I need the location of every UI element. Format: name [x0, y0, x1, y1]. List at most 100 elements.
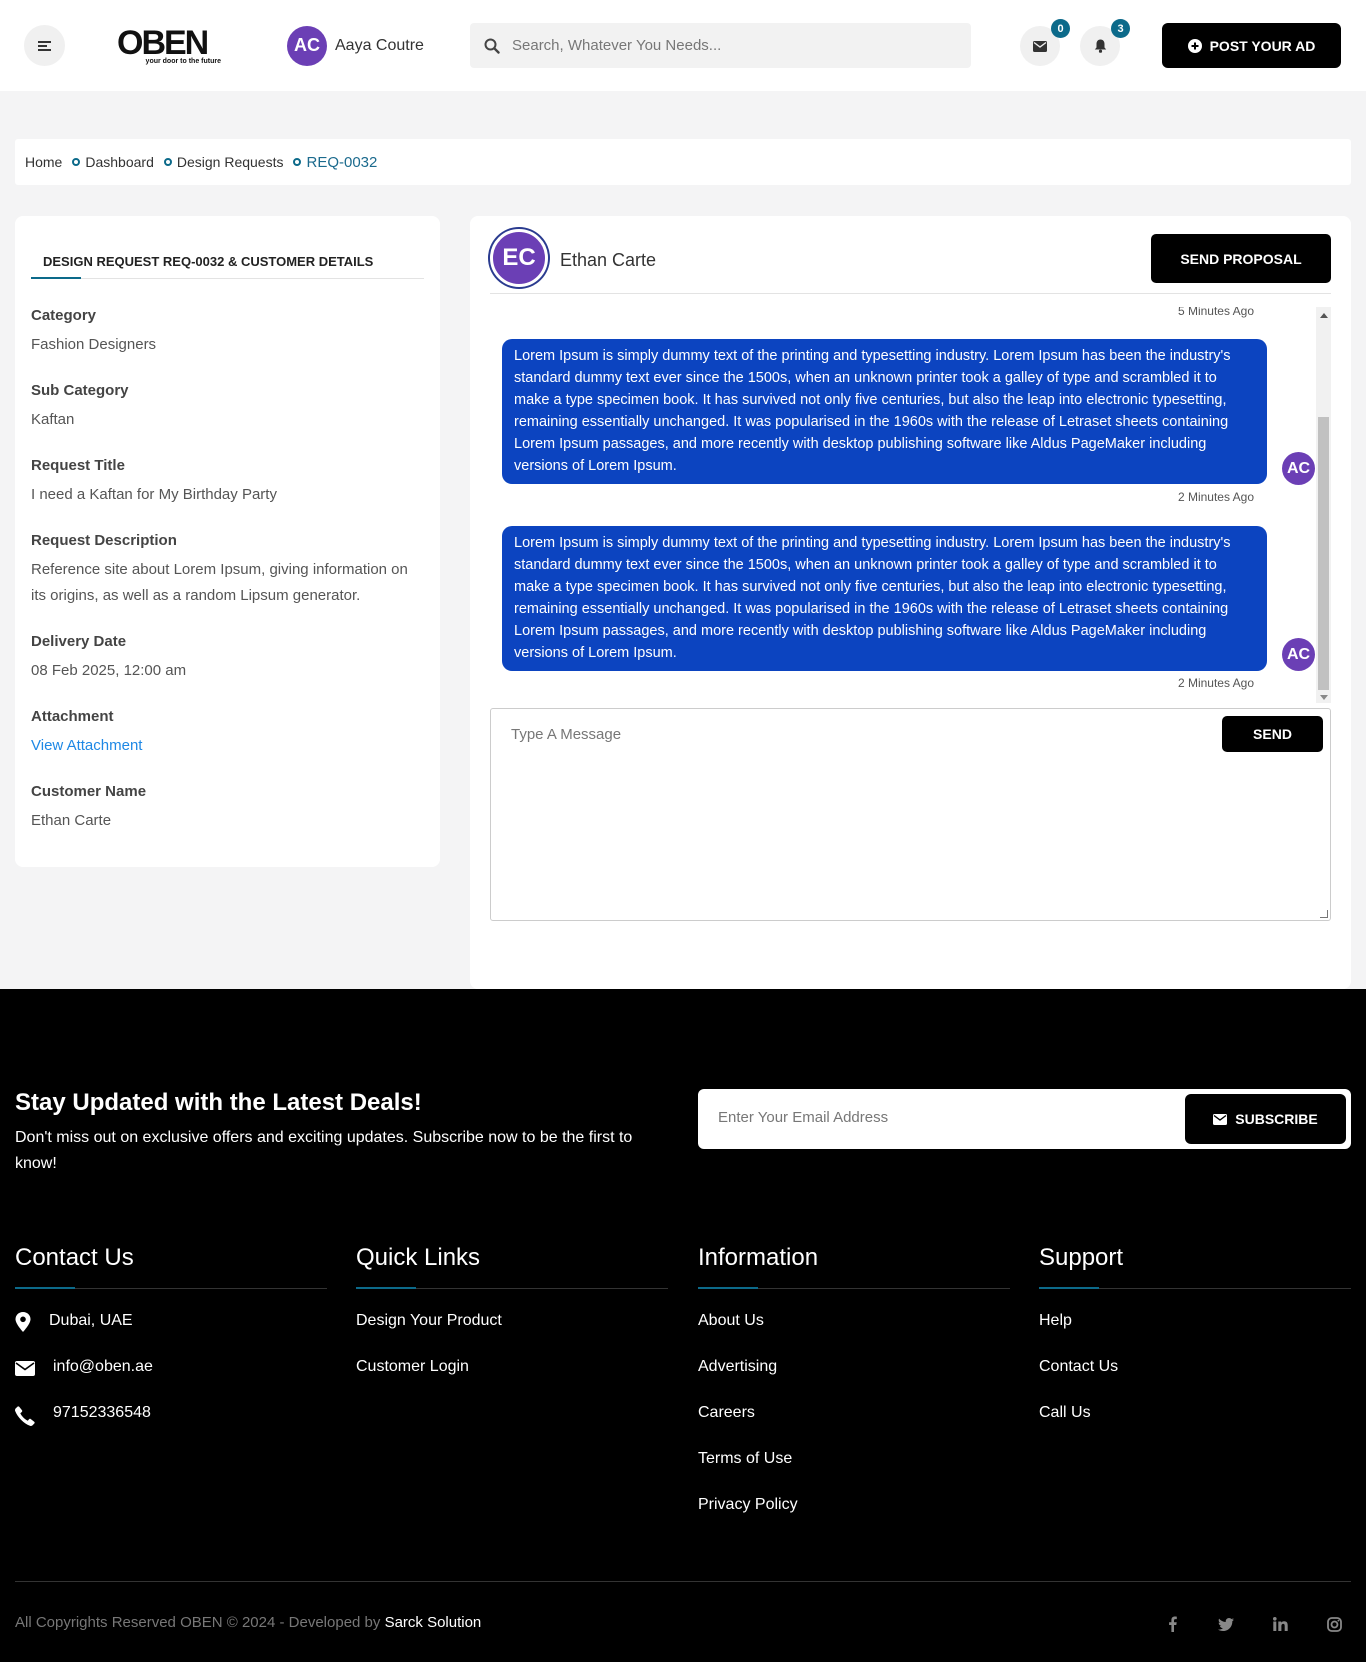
menu-button[interactable]	[24, 25, 65, 66]
breadcrumb-design-requests[interactable]: Design Requests	[154, 154, 284, 170]
instagram-icon[interactable]	[1324, 1614, 1344, 1634]
linkedin-icon[interactable]	[1270, 1614, 1290, 1634]
envelope-icon	[1213, 1113, 1228, 1125]
field-value: 08 Feb 2025, 12:00 am	[31, 662, 187, 679]
chat-header: EC Ethan Carte SEND PROPOSAL	[490, 229, 1331, 294]
field-category: Category Fashion Designers	[31, 307, 424, 358]
send-button[interactable]: SEND	[1222, 716, 1323, 752]
copyright: All Copyrights Reserved OBEN © 2024 - De…	[15, 1614, 481, 1631]
field-attachment: Attachment View Attachment	[31, 708, 424, 759]
developer-link[interactable]: Sarck Solution	[385, 1614, 482, 1631]
search-input[interactable]	[512, 37, 932, 54]
footer-link[interactable]: About Us	[698, 1312, 1010, 1358]
notifications-count-badge: 3	[1111, 19, 1130, 38]
contact-email[interactable]: info@oben.ae	[15, 1358, 327, 1404]
bell-icon	[1094, 39, 1106, 53]
footer-link[interactable]: Terms of Use	[698, 1450, 1010, 1496]
details-tab[interactable]: DESIGN REQUEST REQ-0032 & CUSTOMER DETAI…	[31, 254, 424, 279]
envelope-icon	[1033, 40, 1047, 52]
breadcrumb-dashboard[interactable]: Dashboard	[62, 154, 154, 170]
field-sub-category: Sub Category Kaftan	[31, 382, 424, 433]
newsletter-email-field[interactable]: Enter Your Email Address SUBSCRIBE	[698, 1089, 1351, 1149]
breadcrumb-current: REQ-0032	[283, 154, 377, 171]
footer-link[interactable]: Design Your Product	[356, 1312, 668, 1358]
field-label: Sub Category	[31, 382, 129, 399]
post-ad-label: POST YOUR AD	[1209, 37, 1316, 54]
message-time: 2 Minutes Ago	[1177, 676, 1254, 690]
search-icon	[484, 38, 500, 54]
scrollbar-thumb[interactable]	[1318, 417, 1329, 690]
footer-divider	[15, 1581, 1351, 1582]
search-bar	[470, 23, 971, 68]
map-pin-icon	[15, 1312, 31, 1332]
message-list[interactable]: 5 Minutes Ago Lorem Ipsum is simply dumm…	[490, 307, 1331, 703]
hamburger-icon	[38, 40, 51, 51]
contact-address: Dubai, UAE	[15, 1312, 327, 1358]
footer-link[interactable]: Help	[1039, 1312, 1351, 1358]
breadcrumb: Home Dashboard Design Requests REQ-0032	[15, 139, 1351, 185]
user-name: Aaya Coutre	[335, 36, 424, 54]
messages-button[interactable]: 0	[1020, 19, 1070, 66]
field-label: Request Title	[31, 457, 125, 474]
twitter-icon[interactable]	[1216, 1614, 1236, 1634]
field-label: Category	[31, 307, 97, 324]
footer-link[interactable]: Contact Us	[1039, 1358, 1351, 1404]
scroll-down-icon[interactable]	[1320, 695, 1328, 700]
resize-handle-icon[interactable]	[1320, 910, 1328, 918]
phone-icon	[15, 1406, 35, 1426]
breadcrumb-label: Design Requests	[176, 154, 284, 170]
breadcrumb-home[interactable]: Home	[25, 154, 62, 170]
scrollbar[interactable]	[1316, 307, 1331, 703]
footer-link[interactable]: Customer Login	[356, 1358, 668, 1404]
field-delivery-date: Delivery Date 08 Feb 2025, 12:00 am	[31, 633, 424, 684]
field-label: Customer Name	[31, 783, 147, 800]
chat-panel: EC Ethan Carte SEND PROPOSAL 5 Minutes A…	[470, 216, 1351, 989]
contact-name: Ethan Carte	[560, 250, 657, 270]
newsletter-text: Don't miss out on exclusive offers and e…	[15, 1129, 633, 1172]
message-placeholder: Type A Message	[511, 726, 622, 743]
view-attachment-link[interactable]: View Attachment	[31, 733, 424, 759]
contact-avatar: EC	[490, 229, 548, 287]
newsletter-title: Stay Updated with the Latest Deals!	[15, 1089, 422, 1116]
subscribe-button[interactable]: SUBSCRIBE	[1185, 1094, 1346, 1144]
contact-phone[interactable]: 97152336548	[15, 1404, 327, 1450]
avatar: AC	[287, 25, 327, 66]
scroll-up-icon[interactable]	[1320, 313, 1328, 318]
post-ad-button[interactable]: POST YOUR AD	[1162, 23, 1341, 68]
user-profile[interactable]: AC Aaya Coutre	[287, 25, 424, 66]
footer-link[interactable]: Call Us	[1039, 1404, 1351, 1450]
envelope-icon	[15, 1361, 35, 1376]
phone-text: 97152336548	[53, 1404, 151, 1421]
message-input[interactable]: Type A Message SEND	[490, 708, 1331, 921]
breadcrumb-separator-icon	[72, 158, 81, 166]
plus-circle-icon	[1187, 38, 1202, 53]
footer-contact: Contact Us Dubai, UAE info@oben.ae 97152…	[15, 1244, 327, 1450]
facebook-icon[interactable]	[1162, 1614, 1182, 1634]
logo[interactable]: OBEN your door to the future	[117, 26, 227, 65]
breadcrumb-label: Home	[25, 154, 63, 170]
logo-word: OBEN	[117, 24, 209, 62]
breadcrumb-label: REQ-0032	[306, 153, 378, 171]
footer-link[interactable]: Advertising	[698, 1358, 1010, 1404]
footer-heading: Support	[1039, 1244, 1351, 1289]
subscribe-label: SUBSCRIBE	[1235, 1111, 1318, 1127]
notifications-button[interactable]: 3	[1080, 19, 1130, 66]
footer-link[interactable]: Privacy Policy	[698, 1496, 1010, 1542]
address-text: Dubai, UAE	[49, 1312, 133, 1329]
footer-support: Support Help Contact Us Call Us	[1039, 1244, 1351, 1450]
copyright-text: All Copyrights Reserved OBEN © 2024 - De…	[15, 1614, 381, 1631]
message-time: 5 Minutes Ago	[1177, 307, 1254, 318]
request-details-card: DESIGN REQUEST REQ-0032 & CUSTOMER DETAI…	[15, 216, 440, 867]
avatar: AC	[1282, 452, 1315, 485]
avatar: AC	[1282, 638, 1315, 671]
footer-information: Information About Us Advertising Careers…	[698, 1244, 1010, 1542]
field-label: Request Description	[31, 532, 177, 549]
field-request-description: Request Description Reference site about…	[31, 532, 424, 609]
footer-link[interactable]: Careers	[698, 1404, 1010, 1450]
field-request-title: Request Title I need a Kaftan for My Bir…	[31, 457, 424, 508]
field-value: Ethan Carte	[31, 812, 112, 829]
send-proposal-button[interactable]: SEND PROPOSAL	[1151, 234, 1331, 283]
footer-heading: Quick Links	[356, 1244, 668, 1289]
breadcrumb-label: Dashboard	[85, 154, 154, 170]
messages-count-badge: 0	[1051, 19, 1070, 38]
